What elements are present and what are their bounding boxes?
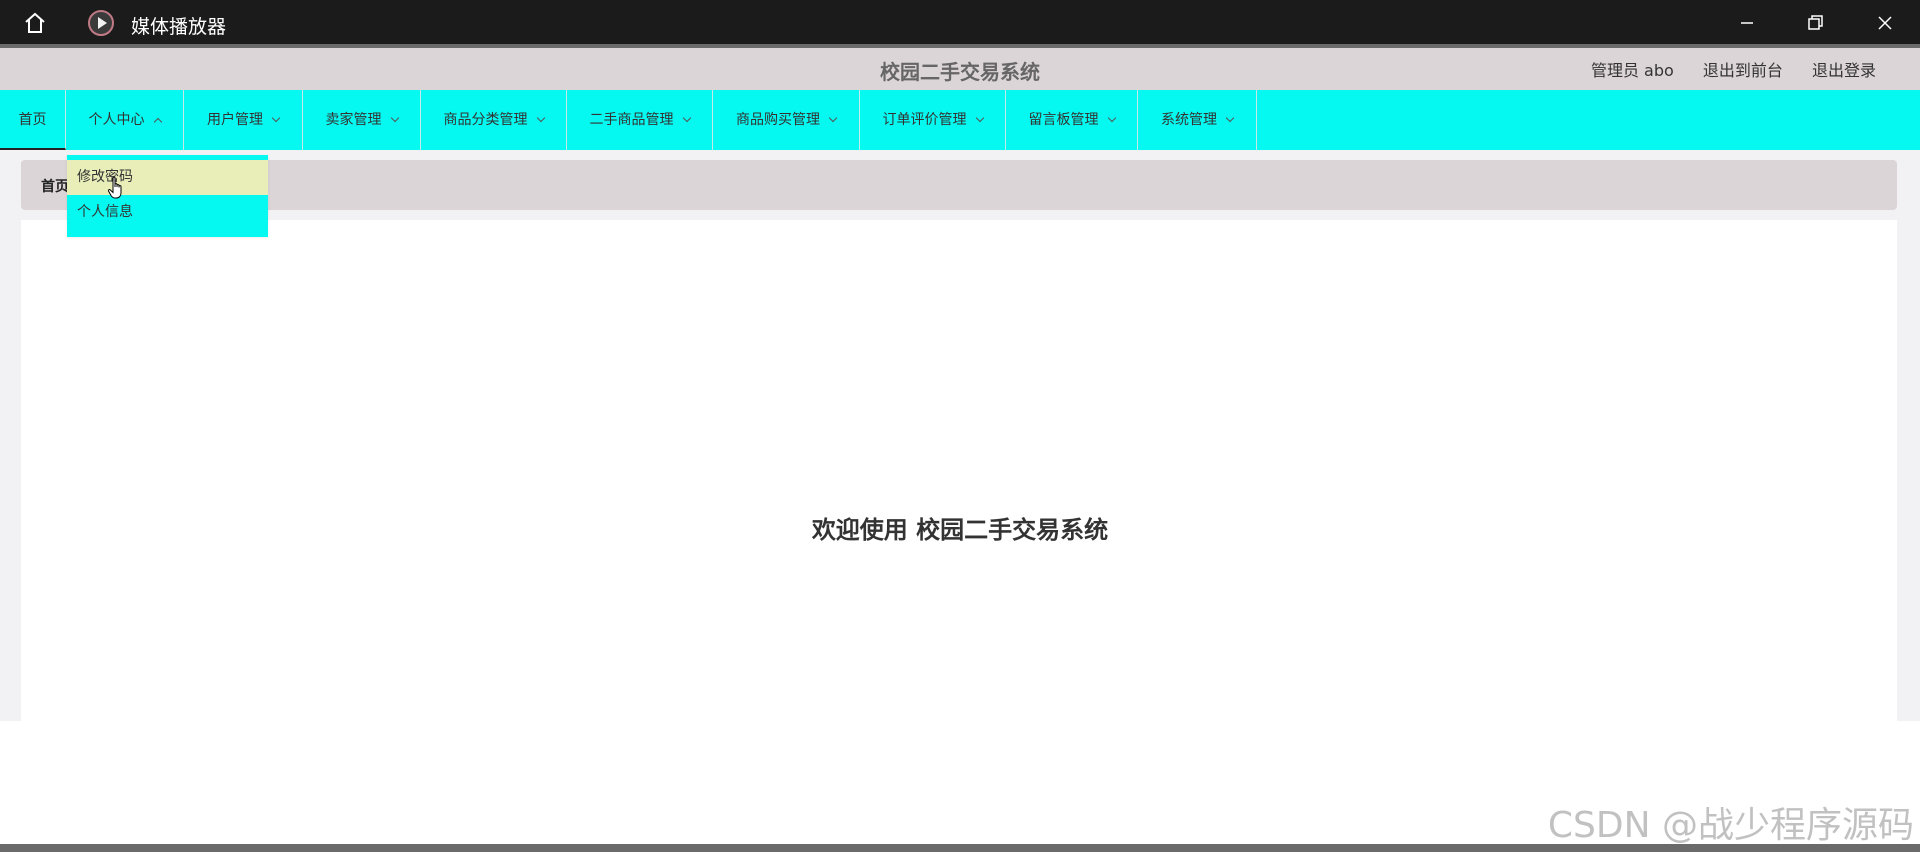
watermark: CSDN @战少程序源码 xyxy=(1547,805,1914,846)
app-header: 校园二手交易系统 管理员 abo 退出到前台 退出登录 xyxy=(0,48,1920,90)
window-titlebar: 媒体播放器 xyxy=(0,0,1920,44)
nav-item-label: 首页 xyxy=(18,112,47,128)
nav-item-label: 二手商品管理 xyxy=(589,112,674,128)
front-link[interactable]: 退出到前台 xyxy=(1703,61,1783,80)
home-icon[interactable] xyxy=(22,10,48,36)
header-user-area: 管理员 abo 退出到前台 退出登录 xyxy=(1591,57,1876,81)
main-panel xyxy=(21,220,1897,721)
menu-item-label: 个人信息 xyxy=(77,204,133,220)
nav-filler xyxy=(1257,90,1920,150)
bottom-border xyxy=(0,844,1920,852)
minimize-icon[interactable] xyxy=(1732,8,1762,38)
welcome-message: 欢迎使用 校园二手交易系统 xyxy=(811,516,1109,544)
chevron-up-icon xyxy=(153,117,162,127)
chevron-down-icon xyxy=(975,113,984,123)
chevron-down-icon xyxy=(271,113,281,123)
chevron-down-icon xyxy=(1225,113,1235,123)
nav-item-category-management[interactable]: 商品分类管理 xyxy=(421,90,567,150)
nav-item-label: 卖家管理 xyxy=(325,112,382,128)
user-label: 管理员 abo xyxy=(1590,61,1674,80)
nav-item-home[interactable]: 首页 xyxy=(0,90,66,150)
nav-item-user-management[interactable]: 用户管理 xyxy=(184,90,303,150)
logout-link[interactable]: 退出登录 xyxy=(1812,61,1876,80)
nav-item-seller-management[interactable]: 卖家管理 xyxy=(303,90,421,150)
restore-icon[interactable] xyxy=(1800,8,1830,38)
nav-item-system-management[interactable]: 系统管理 xyxy=(1138,90,1257,150)
nav-item-label: 商品购买管理 xyxy=(736,112,820,128)
nav-item-label: 个人中心 xyxy=(88,112,145,128)
personal-center-dropdown: 修改密码 个人信息 xyxy=(67,155,268,237)
chevron-down-icon xyxy=(390,113,399,123)
chevron-down-icon xyxy=(682,113,691,123)
nav-item-label: 系统管理 xyxy=(1161,112,1217,128)
chevron-down-icon xyxy=(828,113,838,123)
nav-item-purchase-management[interactable]: 商品购买管理 xyxy=(713,90,860,150)
nav-item-review-management[interactable]: 订单评价管理 xyxy=(860,90,1006,150)
nav-item-label: 用户管理 xyxy=(207,112,263,128)
nav-item-label: 订单评价管理 xyxy=(882,112,967,128)
nav-item-label: 商品分类管理 xyxy=(443,112,528,128)
window-title: 媒体播放器 xyxy=(131,16,227,38)
hand-cursor-icon xyxy=(107,176,122,199)
nav-item-message-board[interactable]: 留言板管理 xyxy=(1006,90,1138,150)
chevron-down-icon xyxy=(536,113,545,123)
nav-item-product-management[interactable]: 二手商品管理 xyxy=(567,90,713,150)
close-icon[interactable] xyxy=(1870,8,1900,38)
nav-item-personal-center[interactable]: 个人中心 xyxy=(66,90,184,150)
chevron-down-icon xyxy=(1107,113,1116,123)
menu-item-change-password[interactable]: 修改密码 xyxy=(67,160,268,195)
breadcrumb: 首页 xyxy=(21,160,1897,210)
breadcrumb-current[interactable]: 首页 xyxy=(41,176,69,196)
menu-item-profile[interactable]: 个人信息 xyxy=(67,195,268,230)
play-icon xyxy=(88,10,114,36)
main-nav: 首页 个人中心 用户管理 卖家管理 商品分类管理 二手商品管理 商品购买管理 订… xyxy=(0,90,1920,150)
nav-item-label: 留言板管理 xyxy=(1028,112,1099,128)
